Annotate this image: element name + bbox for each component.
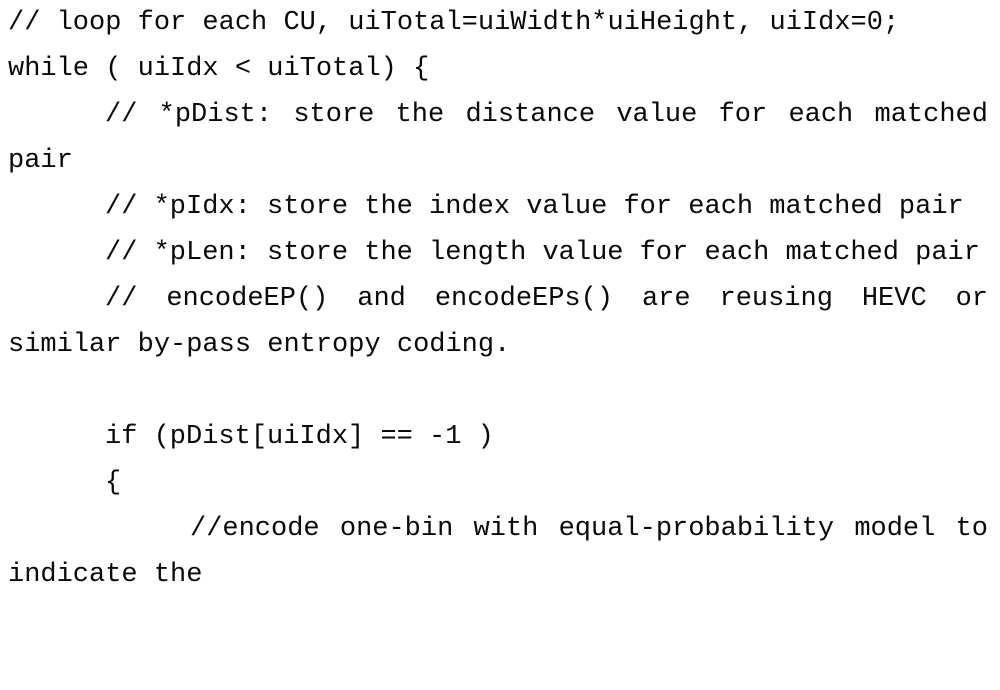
code-token: one-bin xyxy=(339,514,454,544)
code-line-text: // *pLen: store the length value for eac… xyxy=(105,238,980,268)
code-token: encodeEPs() xyxy=(434,284,614,314)
code-token: HEVC xyxy=(861,284,927,314)
code-line-justified: // encodeEP() and encodeEPs() are reusin… xyxy=(105,276,988,322)
code-line-text: // *pIdx: store the index value for each… xyxy=(105,192,964,222)
code-line: // *pIdx: store the index value for each… xyxy=(0,184,1000,230)
code-line: if (pDist[uiIdx] == -1 ) xyxy=(0,414,1000,460)
code-line-text: pair xyxy=(8,146,73,176)
code-token: //encode xyxy=(190,514,320,544)
document-page: // loop for each CU, uiTotal=uiWidth*uiH… xyxy=(0,0,1000,617)
code-line: pair xyxy=(0,138,1000,184)
code-token: and xyxy=(357,284,406,314)
code-token: matched xyxy=(874,100,988,130)
code-line-text: // loop for each CU, uiTotal=uiWidth*uiH… xyxy=(8,8,900,38)
code-line-text: { xyxy=(105,468,122,498)
code-line: { xyxy=(0,460,1000,506)
code-token: value xyxy=(616,100,698,130)
code-line-justified: //encode one-bin with equal-probability … xyxy=(190,506,988,552)
code-line: while ( uiIdx < uiTotal) { xyxy=(0,46,1000,92)
code-token: each xyxy=(788,100,854,130)
code-line-justified: // *pDist: store the distance value for … xyxy=(105,92,988,138)
code-line: // *pLen: store the length value for eac… xyxy=(0,230,1000,276)
code-line: // *pDist: store the distance value for … xyxy=(0,92,1000,138)
code-line: // loop for each CU, uiTotal=uiWidth*uiH… xyxy=(0,0,1000,46)
code-token: // xyxy=(105,100,138,130)
code-line-text: similar by-pass entropy coding. xyxy=(8,330,511,360)
code-line: indicate the xyxy=(0,552,1000,598)
code-line-text: indicate the xyxy=(8,560,203,590)
code-token: equal-probability xyxy=(558,514,835,544)
code-token: model xyxy=(854,514,936,544)
code-token: with xyxy=(473,514,539,544)
code-token: // xyxy=(105,284,138,314)
code-token: the xyxy=(395,100,445,130)
code-token: are xyxy=(641,284,691,314)
code-line: similar by-pass entropy coding. xyxy=(0,322,1000,368)
code-token: distance xyxy=(465,100,596,130)
code-line: //encode one-bin with equal-probability … xyxy=(0,506,1000,552)
code-token: *pDist: xyxy=(158,100,273,130)
code-line-text: if (pDist[uiIdx] == -1 ) xyxy=(105,422,494,452)
code-token: for xyxy=(718,100,768,130)
code-listing: // loop for each CU, uiTotal=uiWidth*uiH… xyxy=(0,0,1000,598)
code-line-text: while ( uiIdx < uiTotal) { xyxy=(8,54,430,84)
code-token: encodeEP() xyxy=(166,284,329,314)
code-token: or xyxy=(955,284,988,314)
code-token: store xyxy=(293,100,375,130)
code-token: to xyxy=(955,514,988,544)
code-line: // encodeEP() and encodeEPs() are reusin… xyxy=(0,276,1000,322)
code-token: reusing xyxy=(719,284,833,314)
